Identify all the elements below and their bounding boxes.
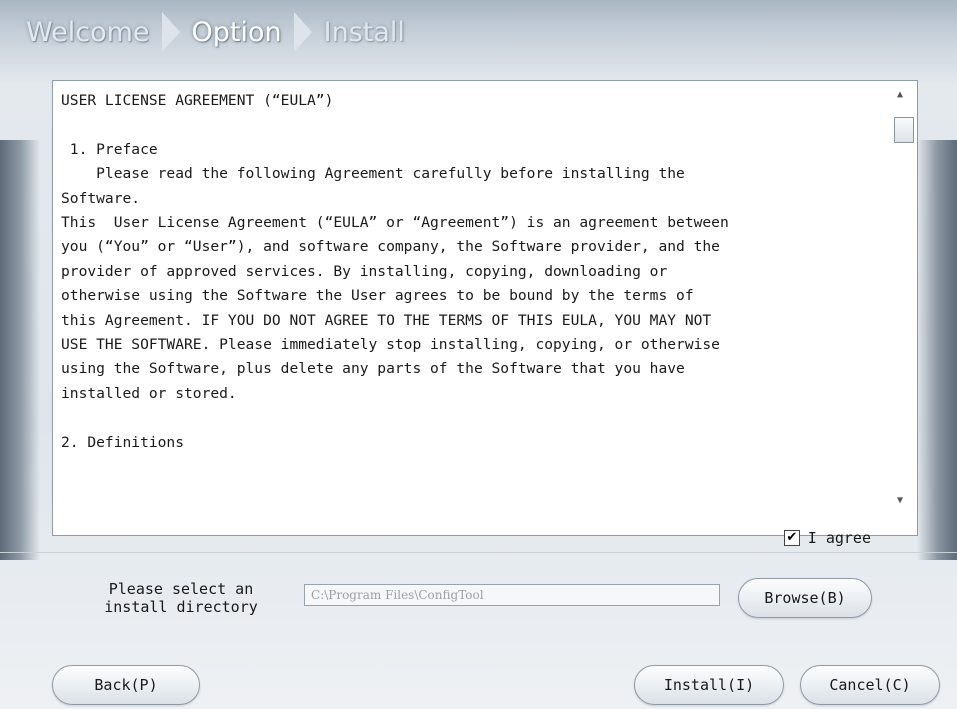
eula-scrollbar[interactable]: ▲ ▼ xyxy=(891,83,915,523)
install-directory-label: Please select an install directory xyxy=(104,580,258,616)
step-arrow-icon xyxy=(161,12,180,52)
agree-checkbox-row[interactable]: ✔ I agree xyxy=(783,529,871,547)
step-breadcrumb: Welcome Option Install xyxy=(18,12,413,52)
check-icon: ✔ xyxy=(786,530,798,545)
step-welcome: Welcome xyxy=(26,16,150,48)
install-button[interactable]: Install(I) xyxy=(634,665,784,705)
eula-textarea[interactable]: USER LICENSE AGREEMENT (“EULA”) 1. Prefa… xyxy=(52,80,918,547)
scroll-up-icon[interactable]: ▲ xyxy=(897,89,903,100)
agree-checkbox[interactable]: ✔ xyxy=(783,530,800,546)
left-edge-shade xyxy=(0,140,40,560)
cancel-button[interactable]: Cancel(C) xyxy=(800,665,940,705)
right-edge-shade xyxy=(917,140,957,560)
divider xyxy=(0,552,957,553)
eula-text: USER LICENSE AGREEMENT (“EULA”) 1. Prefa… xyxy=(61,92,729,451)
agree-label: I agree xyxy=(807,529,871,547)
step-header: Welcome Option Install xyxy=(0,0,957,62)
install-directory-input[interactable]: C:\Program Files\ConfigTool xyxy=(304,584,720,606)
step-arrow-icon xyxy=(293,12,312,52)
installer-window: Welcome Option Install USER LICENSE AGRE… xyxy=(0,0,957,709)
step-install: Install xyxy=(323,16,405,48)
scroll-thumb[interactable] xyxy=(894,117,914,143)
scroll-down-icon[interactable]: ▼ xyxy=(897,495,903,506)
browse-button[interactable]: Browse(B) xyxy=(738,578,872,618)
step-option: Option xyxy=(191,16,282,48)
back-button[interactable]: Back(P) xyxy=(52,665,200,705)
